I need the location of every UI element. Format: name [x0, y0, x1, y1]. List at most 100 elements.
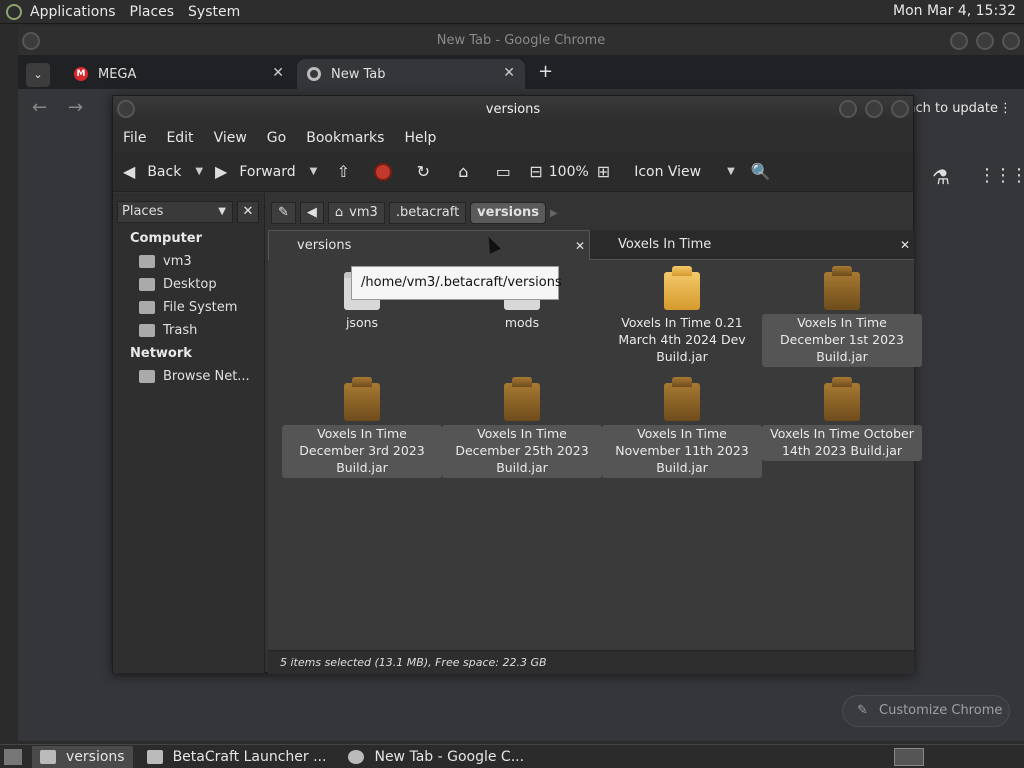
menu-applications[interactable]: Applications — [30, 4, 116, 20]
menu-system[interactable]: System — [188, 4, 240, 20]
chrome-icon — [307, 67, 321, 81]
stop-button[interactable] — [369, 158, 397, 186]
home-folder-icon — [139, 255, 155, 268]
status-bar: 5 items selected (13.1 MB), Free space: … — [268, 650, 914, 674]
tab-new-tab[interactable]: New Tab ✕ — [297, 59, 525, 89]
back-button[interactable]: ◀ Back ▼ — [123, 162, 203, 181]
fm-titlebar: versions — [113, 96, 913, 124]
chrome-icon — [348, 749, 365, 764]
file-item[interactable]: Voxels In Time December 3rd 2023 Build.j… — [282, 377, 442, 478]
close-button[interactable] — [1002, 32, 1020, 50]
sidebar-item-filesystem[interactable]: File System — [139, 300, 237, 315]
reload-button[interactable]: ↻ — [409, 158, 437, 186]
close-tab-icon[interactable]: ✕ — [575, 231, 585, 261]
menu-file[interactable]: File — [123, 130, 146, 146]
apps-grid-icon[interactable]: ⋮⋮⋮ — [978, 165, 1024, 186]
update-button[interactable]: nch to update ⋮ — [907, 95, 1012, 123]
forward-label: Forward — [239, 163, 296, 180]
forward-button[interactable]: ▶ Forward ▼ — [215, 162, 317, 181]
close-button[interactable] — [891, 100, 909, 118]
path-scroll-left[interactable]: ◀ — [299, 202, 324, 224]
sidebar-item-desktop[interactable]: Desktop — [139, 277, 217, 292]
menu-edit[interactable]: Edit — [166, 130, 193, 146]
show-desktop-icon[interactable] — [4, 748, 22, 765]
sidebar-heading-network: Network — [130, 346, 192, 361]
back-history-dropdown[interactable]: ▼ — [195, 166, 203, 177]
panel-clock[interactable]: Mon Mar 4, 15:32 — [893, 3, 1016, 19]
customize-label: Customize Chrome — [879, 703, 1003, 718]
mega-icon: M — [74, 67, 88, 81]
jar-archive-icon — [824, 377, 860, 421]
tab-search-button[interactable]: ⌄ — [26, 63, 50, 87]
path-tooltip: /home/vm3/.betacraft/versions — [351, 266, 562, 300]
minimize-button[interactable] — [950, 32, 968, 50]
search-button[interactable]: 🔍 — [747, 158, 775, 186]
distro-logo-icon[interactable] — [6, 3, 22, 20]
tab-label: New Tab — [331, 66, 386, 82]
file-name: Voxels In Time December 1st 2023 Build.j… — [762, 314, 922, 367]
zoom-in-icon[interactable]: ⊞ — [597, 162, 610, 181]
menu-help[interactable]: Help — [404, 130, 436, 146]
sidebar-item-vm3[interactable]: vm3 — [139, 254, 192, 269]
window-menu-button[interactable] — [22, 32, 40, 50]
path-scroll-right[interactable]: ▶ — [550, 208, 558, 219]
file-item[interactable]: Voxels In Time November 11th 2023 Build.… — [602, 377, 762, 478]
menu-bookmarks[interactable]: Bookmarks — [306, 130, 384, 146]
labs-flask-icon[interactable]: ⚗ — [932, 165, 950, 189]
taskbar-label: BetaCraft Launcher ... — [172, 748, 327, 765]
home-button[interactable]: ⌂ — [449, 158, 477, 186]
close-sidebar-button[interactable]: ✕ — [237, 201, 259, 223]
file-item[interactable]: Voxels In Time October 14th 2023 Build.j… — [762, 377, 922, 461]
forward-history-dropdown[interactable]: ▼ — [310, 166, 318, 177]
network-icon — [139, 370, 155, 383]
top-panel: Applications Places System Mon Mar 4, 15… — [0, 0, 1024, 24]
taskbar-label: New Tab - Google C... — [374, 748, 525, 765]
minimize-button[interactable] — [839, 100, 857, 118]
tab-versions[interactable]: versions ✕ — [268, 230, 590, 260]
view-mode-select[interactable]: Icon View ▼ — [634, 164, 735, 180]
zoom-out-icon[interactable]: ⊟ — [529, 162, 542, 181]
file-item[interactable]: Voxels In Time 0.21 March 4th 2024 Dev B… — [602, 266, 762, 365]
sidebar-type-select[interactable]: Places ▼ — [117, 201, 233, 223]
taskbar-item-betacraft[interactable]: BetaCraft Launcher ... — [139, 746, 335, 768]
file-item[interactable]: Voxels In Time December 1st 2023 Build.j… — [762, 266, 922, 367]
tab-mega[interactable]: M MEGA ✕ — [64, 59, 294, 89]
close-tab-icon[interactable]: ✕ — [900, 230, 910, 260]
tab-voxels-in-time[interactable]: Voxels In Time ✕ — [590, 230, 914, 260]
jar-archive-icon — [664, 266, 700, 310]
menu-places[interactable]: Places — [130, 4, 175, 20]
forward-arrow-icon[interactable]: → — [68, 97, 83, 118]
computer-button[interactable]: ▭ — [489, 158, 517, 186]
folder-icon — [40, 749, 56, 764]
new-tab-button[interactable]: + — [538, 61, 553, 82]
file-name: Voxels In Time December 3rd 2023 Build.j… — [282, 425, 442, 478]
menu-go[interactable]: Go — [267, 130, 286, 146]
customize-chrome-button[interactable]: ✎ Customize Chrome — [842, 695, 1010, 727]
toggle-location-button[interactable]: ✎ — [271, 202, 296, 224]
menu-view[interactable]: View — [214, 130, 247, 146]
taskbar-item-chrome[interactable]: New Tab - Google C... — [340, 746, 532, 768]
search-icon: 🔍 — [750, 162, 771, 181]
path-segment-versions[interactable]: versions — [470, 202, 546, 224]
jar-archive-icon — [344, 377, 380, 421]
taskbar-item-versions[interactable]: versions — [32, 745, 133, 768]
window-menu-button[interactable] — [117, 100, 135, 118]
maximize-button[interactable] — [865, 100, 883, 118]
workspace-switcher[interactable] — [894, 748, 924, 766]
close-tab-icon[interactable]: ✕ — [503, 65, 515, 81]
kebab-menu-icon[interactable]: ⋮ — [999, 95, 1012, 123]
up-button[interactable]: ⇧ — [329, 158, 357, 186]
fm-sidebar: Places ▼ ✕ Computer vm3 Desktop File Sys… — [113, 193, 265, 673]
launcher-icon — [146, 749, 163, 764]
back-arrow-icon[interactable]: ← — [32, 97, 47, 118]
chrome-titlebar: New Tab - Google Chrome — [18, 27, 1024, 55]
sidebar-item-browse-network[interactable]: Browse Net... — [139, 369, 250, 384]
close-tab-icon[interactable]: ✕ — [272, 65, 284, 81]
file-item[interactable]: Voxels In Time December 25th 2023 Build.… — [442, 377, 602, 478]
file-icon-view[interactable]: jsons mods Voxels In Time 0.21 March 4th… — [268, 260, 922, 650]
path-segment-betacraft[interactable]: .betacraft — [388, 202, 467, 224]
sidebar-item-trash[interactable]: Trash — [139, 323, 197, 338]
chevron-down-icon: ▼ — [218, 206, 226, 217]
path-segment-vm3[interactable]: ⌂ vm3 — [327, 202, 385, 224]
maximize-button[interactable] — [976, 32, 994, 50]
